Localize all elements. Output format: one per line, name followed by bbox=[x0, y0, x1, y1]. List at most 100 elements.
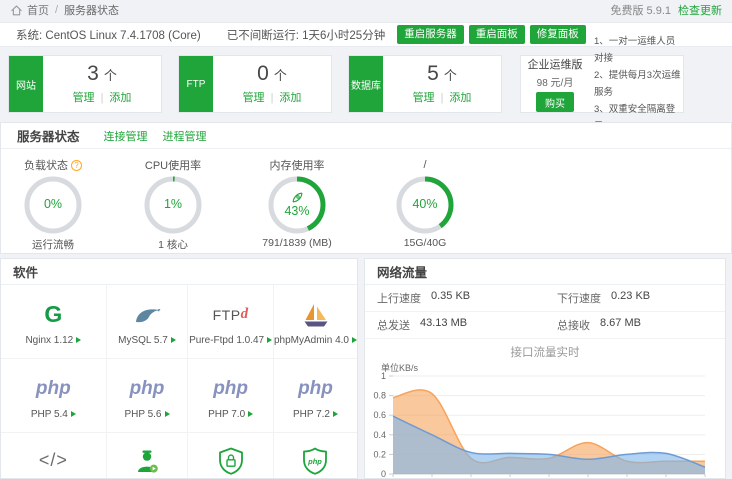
panel-version-label: 免费版 5.9.1 bbox=[610, 2, 671, 18]
running-indicator-icon bbox=[76, 337, 81, 343]
ftpd-icon: FTPd bbox=[213, 298, 249, 332]
website-add-link[interactable]: 添加 bbox=[109, 92, 131, 104]
free-memory-rocket-icon[interactable] bbox=[291, 191, 304, 204]
buy-button[interactable]: 购买 bbox=[536, 92, 574, 112]
software-item-php72[interactable]: php PHP 7.2 bbox=[274, 359, 357, 433]
software-item-pureftpd[interactable]: FTPd Pure-Ftpd 1.0.47 bbox=[188, 285, 274, 359]
server-status-title: 服务器状态 bbox=[17, 126, 80, 145]
ftp-add-link[interactable]: 添加 bbox=[279, 92, 301, 104]
load-help-icon[interactable]: ? bbox=[71, 160, 82, 171]
chart-y-axis-label: 单位KB/s bbox=[381, 361, 725, 374]
software-item-php56[interactable]: php PHP 5.6 bbox=[107, 359, 189, 433]
enterprise-promo-card: 企业运维版 98 元/月 购买 1、一对一运维人员对接 2、提供每月3次运维服务… bbox=[520, 55, 684, 113]
tab-connection-manage[interactable]: 连接管理 bbox=[104, 128, 148, 144]
software-item-deploy-code[interactable]: </> 宝塔一键部署源码 1.1 bbox=[1, 433, 107, 479]
running-indicator-icon bbox=[71, 411, 76, 417]
cpu-gauge-caption: 1 核心 bbox=[121, 237, 225, 252]
system-os-label: 系统: CentOS Linux 7.4.1708 (Core) bbox=[16, 27, 201, 43]
downstream-speed: 下行速度 0.23 KB bbox=[545, 290, 725, 306]
total-sent: 总发送 43.13 MB bbox=[365, 317, 545, 333]
breadcrumb-home-label[interactable]: 首页 bbox=[27, 2, 49, 18]
software-panel: 软件 G Nginx 1.12 MySQL 5.7 FTPd Pure-Ftpd… bbox=[0, 258, 358, 479]
svg-text:0.2: 0.2 bbox=[373, 449, 386, 459]
svg-text:0.8: 0.8 bbox=[373, 391, 386, 401]
disk-gauge-title: / bbox=[423, 159, 426, 171]
memory-gauge: 内存使用率 43% 791/1839 (MB) bbox=[245, 158, 349, 249]
website-manage-link[interactable]: 管理 bbox=[73, 92, 95, 104]
website-tag: 网站 bbox=[9, 56, 43, 112]
network-traffic-panel: 网络流量 上行速度 0.35 KB 下行速度 0.23 KB 总发送 43.13… bbox=[364, 258, 726, 479]
restart-server-button[interactable]: 重启服务器 bbox=[397, 25, 464, 44]
restart-panel-button[interactable]: 重启面板 bbox=[469, 25, 525, 44]
ftp-stat-card: FTP 0个 管理|添加 bbox=[178, 55, 332, 113]
svg-text:0: 0 bbox=[381, 469, 386, 479]
php-icon: php bbox=[130, 372, 165, 406]
memory-gauge-caption: 791/1839 (MB) bbox=[245, 237, 349, 249]
load-gauge-title: 负载状态 bbox=[24, 157, 68, 173]
software-item-phpmyadmin[interactable]: phpMyAdmin 4.0 bbox=[274, 285, 357, 359]
promo-feature: 1、一对一运维人员对接 bbox=[594, 33, 683, 67]
software-item-secure-login[interactable]: 宝塔安全登录 1.3 bbox=[188, 433, 274, 479]
cpu-gauge: CPU使用率 1% 1 核心 bbox=[121, 158, 225, 252]
svg-text:0.6: 0.6 bbox=[373, 410, 386, 420]
software-item-php54[interactable]: php PHP 5.4 bbox=[1, 359, 107, 433]
disk-gauge-value: 40% bbox=[395, 175, 455, 235]
running-indicator-icon bbox=[352, 337, 357, 343]
running-indicator-icon bbox=[248, 411, 253, 417]
phpmyadmin-icon bbox=[301, 298, 329, 332]
total-received: 总接收 8.67 MB bbox=[545, 317, 725, 333]
disk-gauge: / 40% 15G/40G bbox=[373, 158, 477, 249]
promo-price: 98 元/月 bbox=[521, 74, 589, 89]
load-gauge-value: 0% bbox=[23, 175, 83, 235]
running-indicator-icon bbox=[171, 337, 176, 343]
mysql-icon bbox=[133, 298, 161, 332]
breadcrumb-separator: / bbox=[55, 4, 58, 16]
server-status-panel: 服务器状态 连接管理 进程管理 负载状态 ? 0% 运行流畅 CPU使用率 bbox=[0, 122, 732, 254]
home-icon bbox=[10, 4, 23, 17]
software-item-bt-ops[interactable]: 宝塔运维 1.0 bbox=[107, 433, 189, 479]
memory-gauge-value: 43% bbox=[284, 205, 309, 219]
memory-gauge-title: 内存使用率 bbox=[270, 157, 325, 173]
running-indicator-icon bbox=[165, 411, 170, 417]
database-tag: 数据库 bbox=[349, 56, 383, 112]
traffic-area-chart: 00.20.40.60.8117:32:1117:32:1617:32:2017… bbox=[371, 374, 723, 479]
php-icon: php bbox=[213, 372, 248, 406]
check-update-link[interactable]: 检查更新 bbox=[678, 2, 722, 18]
promo-title: 企业运维版 bbox=[521, 56, 589, 72]
svg-text:1: 1 bbox=[381, 371, 386, 381]
network-panel-title: 网络流量 bbox=[377, 262, 427, 281]
shield-php-icon: php bbox=[300, 444, 330, 478]
promo-feature: 2、提供每月3次运维服务 bbox=[594, 67, 683, 101]
database-stat-card: 数据库 5个 管理|添加 bbox=[348, 55, 502, 113]
software-panel-title: 软件 bbox=[13, 262, 38, 281]
database-add-link[interactable]: 添加 bbox=[449, 92, 471, 104]
breadcrumb: 首页 / 服务器状态 免费版 5.9.1 检查更新 bbox=[0, 0, 732, 20]
load-gauge: 负载状态 ? 0% 运行流畅 bbox=[1, 158, 105, 252]
software-item-php70[interactable]: php PHP 7.0 bbox=[188, 359, 274, 433]
ftp-tag: FTP bbox=[179, 56, 213, 112]
database-manage-link[interactable]: 管理 bbox=[413, 92, 435, 104]
software-item-nginx[interactable]: G Nginx 1.12 bbox=[1, 285, 107, 359]
load-gauge-caption: 运行流畅 bbox=[1, 237, 105, 252]
breadcrumb-current: 服务器状态 bbox=[64, 2, 119, 18]
ftp-manage-link[interactable]: 管理 bbox=[243, 92, 265, 104]
chart-title: 接口流量实时 bbox=[365, 344, 725, 360]
database-count: 5个 bbox=[427, 63, 457, 84]
system-uptime-label: 已不间断运行: 1天6小时25分钟 bbox=[227, 27, 385, 43]
tab-process-manage[interactable]: 进程管理 bbox=[163, 128, 207, 144]
nginx-icon: G bbox=[44, 298, 62, 332]
running-indicator-icon bbox=[267, 337, 272, 343]
svg-text:0.4: 0.4 bbox=[373, 430, 386, 440]
upstream-speed: 上行速度 0.35 KB bbox=[365, 290, 545, 306]
disk-gauge-caption: 15G/40G bbox=[373, 237, 477, 249]
software-item-mysql[interactable]: MySQL 5.7 bbox=[107, 285, 189, 359]
shield-lock-icon bbox=[216, 444, 246, 478]
repair-panel-button[interactable]: 修复面板 bbox=[530, 25, 586, 44]
website-count: 3个 bbox=[87, 63, 117, 84]
code-icon: </> bbox=[39, 444, 68, 478]
ops-person-icon bbox=[133, 444, 161, 478]
php-icon: php bbox=[36, 372, 71, 406]
website-stat-card: 网站 3个 管理|添加 bbox=[8, 55, 162, 113]
breadcrumb-home-link[interactable]: 首页 bbox=[10, 2, 49, 18]
software-item-php-guard[interactable]: php PHP守护 1.2 bbox=[274, 433, 357, 479]
